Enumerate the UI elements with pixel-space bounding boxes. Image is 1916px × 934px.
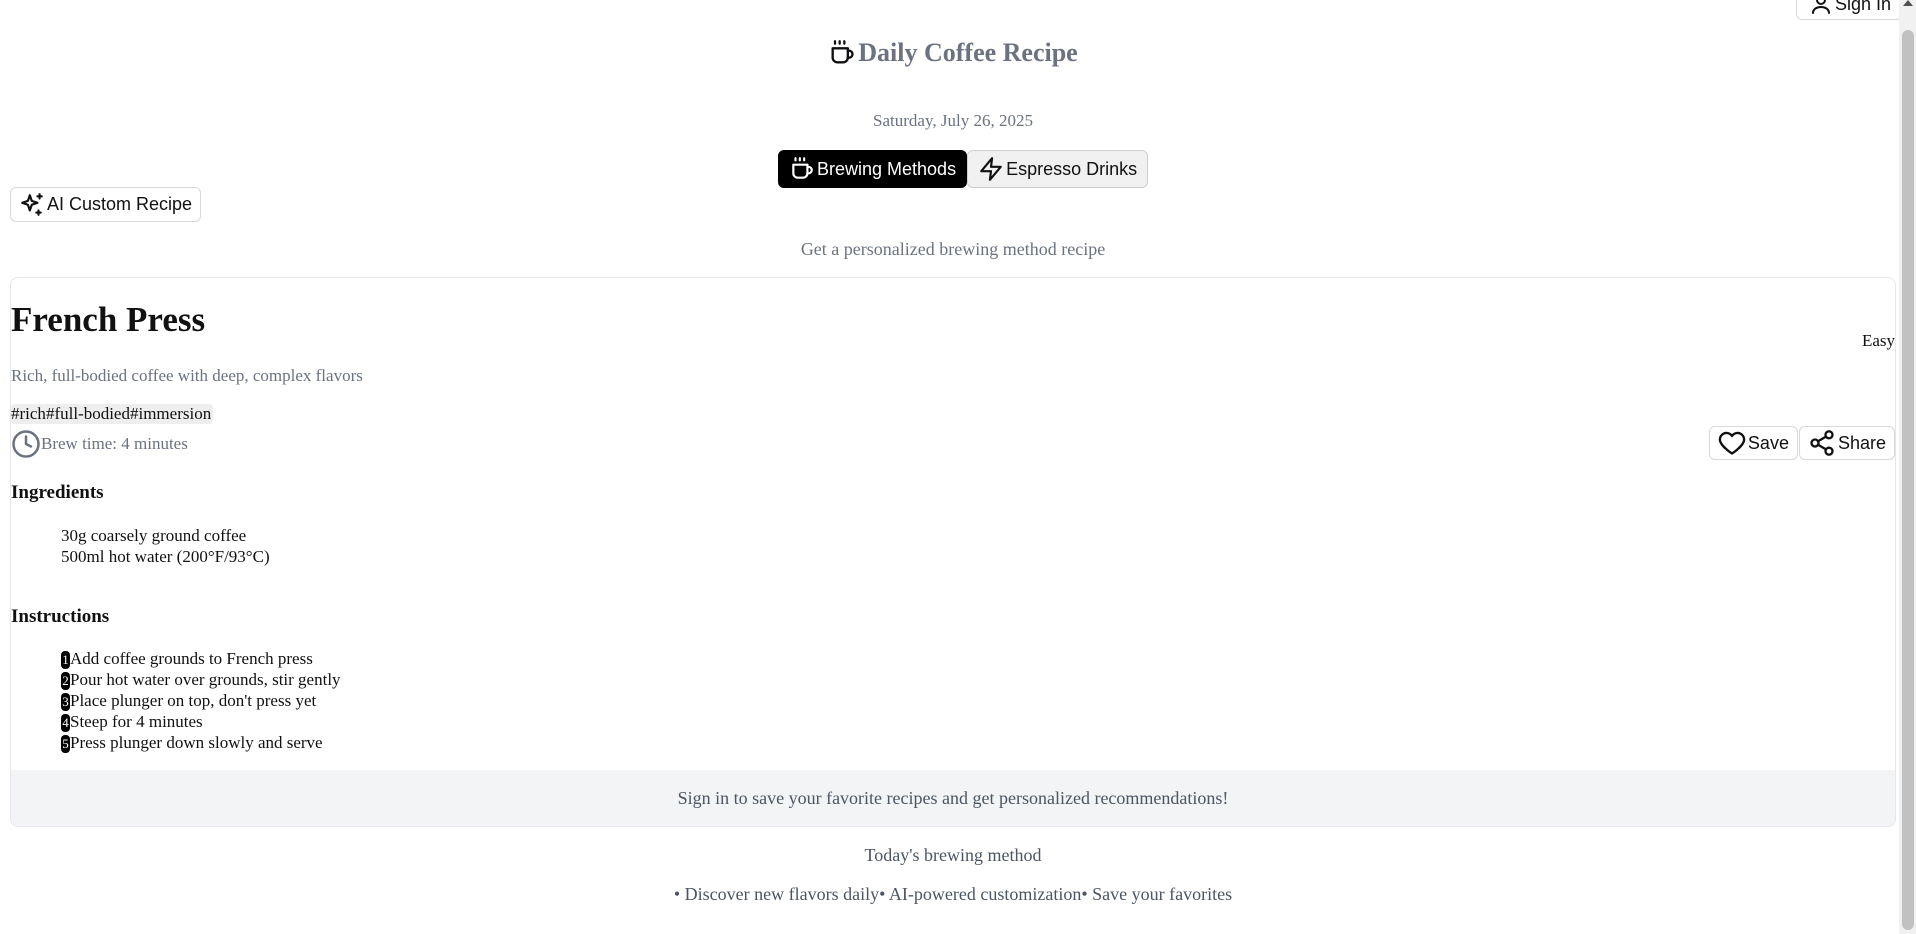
step-text: Press plunger down slowly and serve — [70, 733, 323, 753]
sign-in-label: Sign In — [1835, 0, 1892, 14]
tag: #immersion — [129, 404, 212, 423]
user-icon — [1812, 0, 1830, 14]
coffee-cup-icon — [831, 40, 854, 64]
ingredients-heading: Ingredients — [11, 482, 104, 503]
signin-prompt-banner: Sign in to save your favorite recipes an… — [11, 770, 1895, 826]
scroll-up-arrow-icon[interactable] — [1903, 0, 1913, 6]
share-button[interactable]: Share — [1798, 426, 1895, 460]
current-date: Saturday, July 26, 2025 — [873, 111, 1033, 130]
sign-in-button[interactable]: Sign In — [1796, 0, 1903, 20]
step-text: Place plunger on top, don't press yet — [70, 691, 317, 711]
brew-time-text: Brew time: 4 minutes — [41, 434, 188, 453]
share-label: Share — [1837, 432, 1886, 453]
page-title: Daily Coffee Recipe — [0, 38, 1906, 68]
tab-label: Espresso Drinks — [1006, 158, 1138, 179]
scrollbar[interactable] — [1899, 0, 1916, 934]
step-number: 5 — [61, 735, 70, 754]
list-item: 4Steep for 4 minutes — [61, 711, 341, 733]
step-text: Add coffee grounds to French press — [70, 649, 313, 668]
category-tabs: Brewing Methods Espresso Drinks — [778, 150, 1149, 188]
step-number: 1 — [61, 651, 70, 670]
list-item: 2Pour hot water over grounds, stir gentl… — [61, 669, 341, 691]
instructions-list: 1Add coffee grounds to French press 2Pou… — [61, 648, 341, 754]
today-label: Today's brewing method — [864, 845, 1042, 865]
tag: #rich — [11, 404, 46, 423]
save-label: Save — [1747, 432, 1789, 453]
list-item: 3Place plunger on top, don't press yet — [61, 690, 341, 712]
section-subtitle: Get a personalized brewing method recipe — [800, 239, 1106, 259]
page-title-text: Daily Coffee Recipe — [858, 38, 1078, 67]
step-number: 3 — [61, 693, 70, 712]
feature-item: • Save your favorites — [1081, 884, 1233, 904]
instructions-heading: Instructions — [11, 606, 110, 627]
heart-icon — [1718, 431, 1746, 455]
ai-custom-recipe-button[interactable]: AI Custom Recipe — [10, 187, 202, 222]
feature-list: • Discover new flavors daily • AI-powere… — [0, 884, 1906, 905]
save-button[interactable]: Save — [1708, 426, 1798, 460]
recipe-tags: #rich #full-bodied #immersion — [11, 404, 214, 424]
ai-custom-recipe-label: AI Custom Recipe — [47, 194, 193, 214]
tab-label: Brewing Methods — [817, 158, 957, 179]
step-text: Steep for 4 minutes — [70, 712, 203, 732]
list-item: 500ml hot water (200°F/93°C) — [61, 547, 270, 566]
share-icon — [1810, 430, 1834, 456]
recipe-name: French Press — [11, 300, 206, 339]
lightning-icon — [980, 157, 1002, 181]
ingredients-list: 30g coarsely ground coffee 500ml hot wat… — [61, 525, 270, 567]
step-number: 2 — [61, 672, 70, 691]
scrollbar-thumb[interactable] — [1902, 30, 1914, 930]
tag: #full-bodied — [45, 404, 130, 423]
brew-time: Brew time: 4 minutes — [11, 429, 188, 459]
recipe-description: Rich, full-bodied coffee with deep, comp… — [11, 366, 363, 385]
tab-brewing-methods[interactable]: Brewing Methods — [778, 150, 968, 188]
coffee-cup-icon — [792, 157, 813, 179]
feature-item: • Discover new flavors daily — [673, 884, 880, 904]
clock-icon — [12, 430, 40, 458]
tab-espresso-drinks[interactable]: Espresso Drinks — [967, 150, 1149, 188]
recipe-card: French Press Easy Rich, full-bodied coff… — [10, 277, 1896, 827]
list-item: 30g coarsely ground coffee — [61, 526, 247, 545]
list-item: 1Add coffee grounds to French press — [61, 648, 341, 670]
difficulty-badge: Easy — [1861, 331, 1895, 350]
step-number: 4 — [61, 714, 70, 733]
list-item: 5Press plunger down slowly and serve — [61, 732, 341, 754]
recipe-actions: Save Share — [1708, 426, 1895, 460]
step-text: Pour hot water over grounds, stir gently — [70, 670, 341, 690]
feature-item: • AI-powered customization — [879, 884, 1082, 904]
sparkles-icon — [21, 192, 43, 216]
